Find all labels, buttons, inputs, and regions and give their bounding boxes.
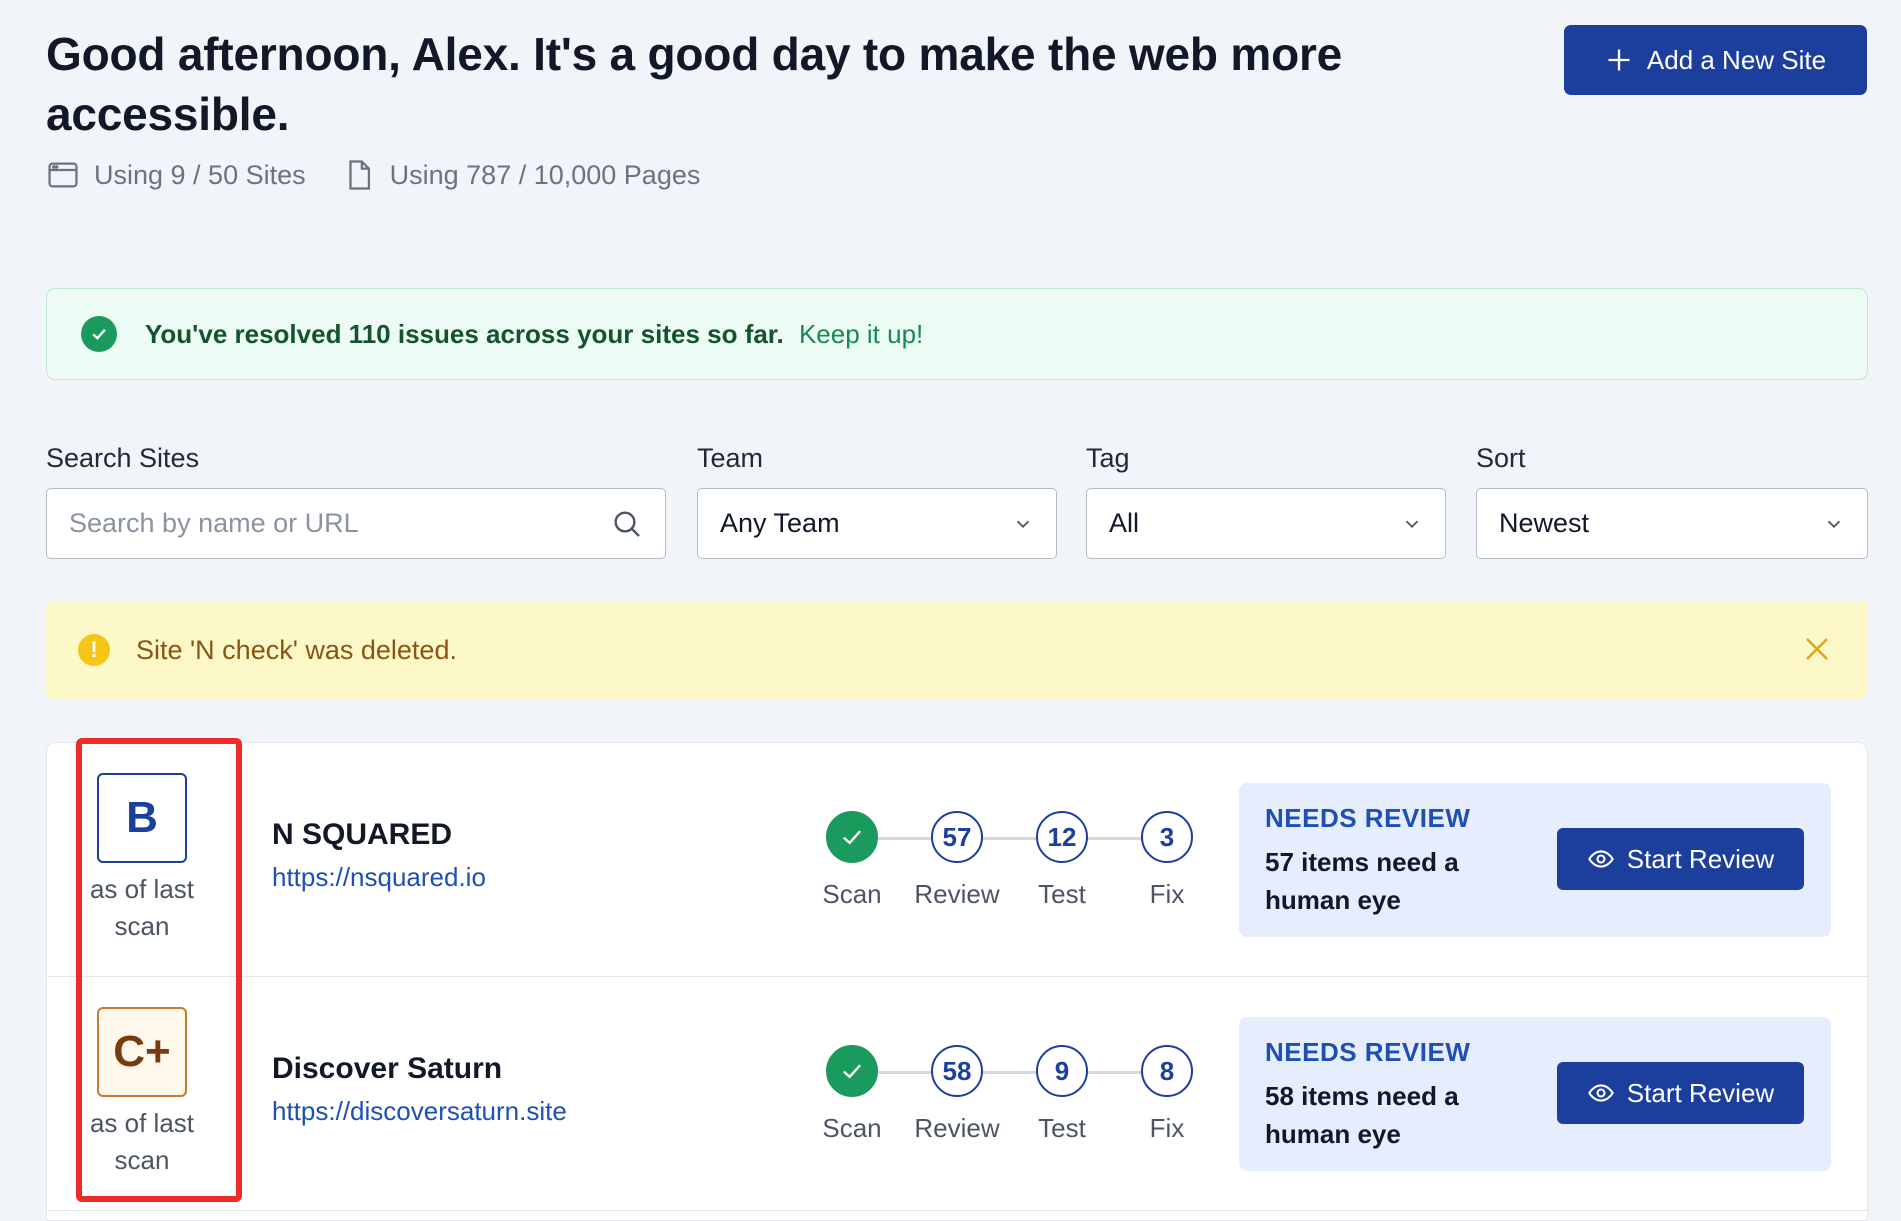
page-header: Good afternoon, Alex. It's a good day to… [46, 24, 1376, 192]
close-icon[interactable] [1802, 634, 1832, 664]
start-review-button[interactable]: Start Review [1557, 828, 1804, 890]
sort-select[interactable]: Newest [1476, 488, 1868, 559]
search-icon [614, 510, 640, 537]
step-count: 3 [1141, 811, 1193, 863]
step-count: 57 [931, 811, 983, 863]
sort-label: Sort [1476, 443, 1526, 473]
usage-summary: Using 9 / 50 Sites Using 787 / 10,000 Pa… [46, 158, 1376, 192]
status-text: 57 items need a human eye [1265, 847, 1459, 915]
step-count: 58 [931, 1045, 983, 1097]
progress-steps: Scan 57 Review 12 Test 3 Fix [799, 811, 1219, 921]
grade-column: B as of last scan [79, 773, 205, 945]
step-label: Review [914, 879, 1000, 909]
chevron-down-icon [1016, 520, 1030, 528]
site-name: Discover Saturn [272, 1052, 503, 1085]
checkmark-icon [826, 1045, 878, 1097]
success-message: You've resolved 110 issues across your s… [145, 319, 923, 350]
search-filter: Search Sites Search by name or URL [46, 443, 666, 559]
tag-value: All [1109, 508, 1140, 538]
grade-badge: B [97, 773, 187, 863]
team-value: Any Team [720, 508, 840, 538]
step-label: Fix [1149, 1113, 1185, 1143]
status-title: NEEDS REVIEW [1265, 1037, 1471, 1067]
grade-caption: as of last scan [89, 1108, 195, 1175]
pages-usage: Using 787 / 10,000 Pages [342, 158, 701, 192]
site-name: N SQUARED [272, 818, 453, 851]
step-review: 58 Review [904, 1045, 1010, 1144]
check-circle-icon [81, 316, 117, 352]
step-label: Fix [1149, 879, 1185, 909]
tag-filter: Tag All [1086, 443, 1446, 559]
start-review-label: Start Review [1626, 1077, 1775, 1108]
site-row: B as of last scan N SQUARED https://nsqu… [47, 743, 1869, 977]
sites-list: B as of last scan N SQUARED https://nsqu… [46, 742, 1869, 1221]
step-count: 9 [1036, 1045, 1088, 1097]
browser-window-icon [48, 162, 78, 188]
step-label: Test [1038, 1113, 1086, 1143]
team-select[interactable]: Any Team [697, 488, 1057, 559]
pages-usage-text: Using 787 / 10,000 Pages [389, 159, 701, 190]
start-review-button[interactable]: Start Review [1557, 1062, 1804, 1124]
team-label: Team [697, 443, 764, 473]
team-filter: Team Any Team [697, 443, 1057, 559]
tag-label: Tag [1086, 443, 1130, 473]
status-title: NEEDS REVIEW [1265, 803, 1471, 833]
exclamation-icon: ! [78, 634, 110, 666]
step-count: 8 [1141, 1045, 1193, 1097]
progress-steps: Scan 58 Review 9 Test 8 Fix [799, 1045, 1219, 1155]
step-scan: Scan [799, 1045, 905, 1144]
site-url-link[interactable]: https://discoversaturn.site [272, 1096, 567, 1127]
step-label: Test [1038, 879, 1086, 909]
filters-bar: Search Sites Search by name or URL Team … [46, 443, 1868, 559]
status-text: 58 items need a human eye [1265, 1081, 1459, 1149]
eye-icon [1587, 1084, 1614, 1102]
site-row: C+ as of last scan Discover Saturn https… [47, 977, 1869, 1211]
site-info: Discover Saturn https://discoversaturn.s… [272, 1052, 567, 1127]
site-info: N SQUARED https://nsquared.io [272, 818, 486, 893]
step-test: 12 Test [1009, 811, 1115, 910]
step-fix: 8 Fix [1114, 1045, 1220, 1144]
step-review: 57 Review [904, 811, 1010, 910]
step-label: Scan [822, 879, 882, 909]
checkmark-icon [826, 811, 878, 863]
document-icon [348, 160, 370, 190]
page-title: Good afternoon, Alex. It's a good day to… [46, 28, 1343, 140]
plus-icon [1608, 49, 1630, 71]
search-input[interactable]: Search by name or URL [46, 488, 666, 559]
step-count: 12 [1036, 811, 1088, 863]
grade-badge: C+ [97, 1007, 187, 1097]
status-panel: NEEDS REVIEW 57 items need a human eye S… [1239, 783, 1831, 937]
success-banner: You've resolved 110 issues across your s… [46, 288, 1868, 380]
step-scan: Scan [799, 811, 905, 910]
step-label: Scan [822, 1113, 882, 1143]
add-new-site-label: Add a New Site [1646, 44, 1827, 75]
step-test: 9 Test [1009, 1045, 1115, 1144]
success-soft-text: Keep it up! [798, 318, 924, 349]
site-url-link[interactable]: https://nsquared.io [272, 862, 486, 893]
step-fix: 3 Fix [1114, 811, 1220, 910]
grade-caption: as of last scan [89, 874, 195, 941]
sort-filter: Sort Newest [1476, 443, 1868, 559]
chevron-down-icon [1827, 520, 1841, 528]
sites-usage: Using 9 / 50 Sites [46, 158, 306, 192]
search-placeholder: Search by name or URL [69, 508, 359, 538]
grade-column: C+ as of last scan [79, 1007, 205, 1179]
chevron-down-icon [1405, 520, 1419, 528]
search-label: Search Sites [46, 443, 200, 473]
deletion-notice: ! Site 'N check' was deleted. [46, 601, 1868, 699]
status-panel: NEEDS REVIEW 58 items need a human eye S… [1239, 1017, 1831, 1171]
step-label: Review [914, 1113, 1000, 1143]
success-strong-text: You've resolved 110 issues across your s… [145, 318, 784, 349]
deletion-notice-text: Site 'N check' was deleted. [136, 634, 457, 665]
tag-select[interactable]: All [1086, 488, 1446, 559]
add-new-site-button[interactable]: Add a New Site [1564, 25, 1867, 95]
start-review-label: Start Review [1626, 843, 1775, 874]
sites-usage-text: Using 9 / 50 Sites [94, 159, 306, 190]
eye-icon [1587, 850, 1614, 868]
sort-value: Newest [1499, 508, 1590, 538]
